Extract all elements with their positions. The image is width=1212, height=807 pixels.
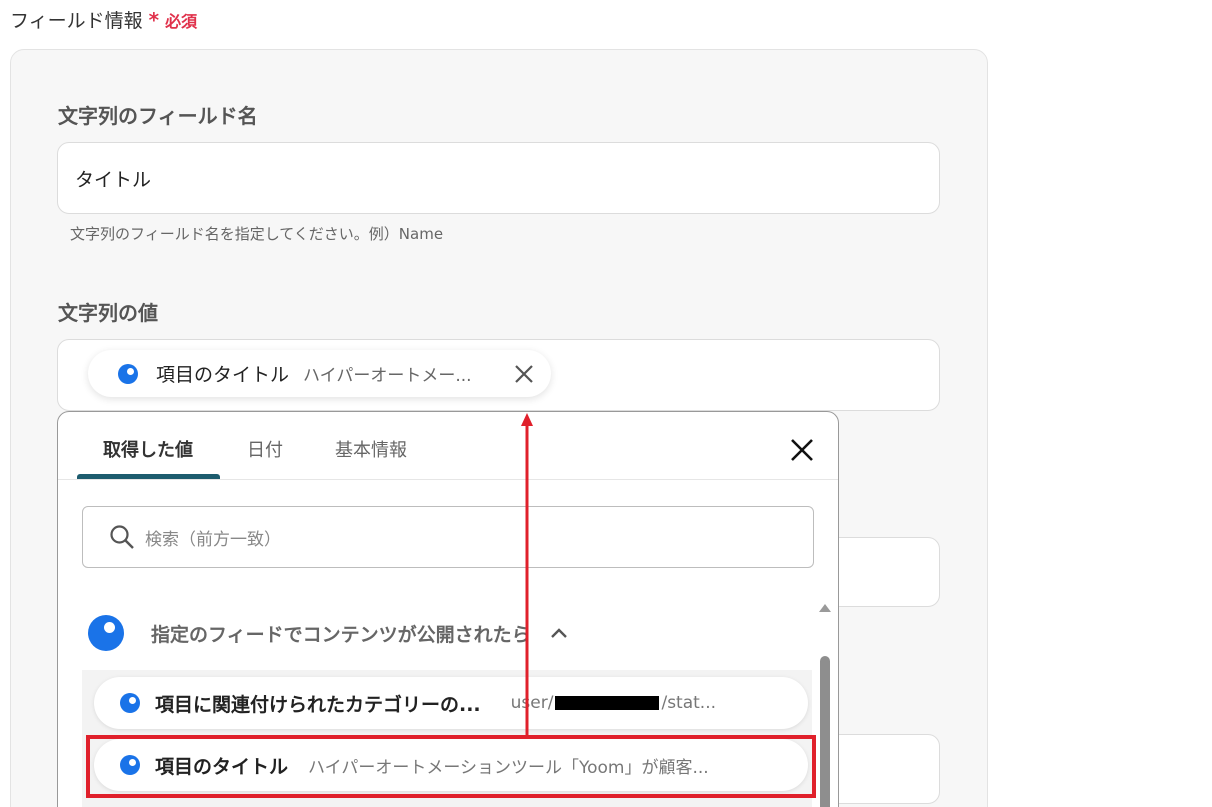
tab-date[interactable]: 日付 — [247, 436, 283, 462]
string-value-chip[interactable]: 項目のタイトル ハイパーオートメー... — [88, 350, 551, 397]
required-mark: * — [148, 8, 160, 32]
required-label: 必須 — [165, 12, 198, 31]
item-value-prefix: user/ — [510, 693, 554, 713]
trigger-group-header[interactable]: 指定のフィードでコンテンツが公開されたら — [88, 615, 569, 651]
search-icon — [110, 525, 134, 549]
chip-preview: ハイパーオートメー... — [303, 366, 472, 386]
source-step-icon — [118, 363, 138, 384]
string-field-name-label: 文字列のフィールド名 — [58, 104, 258, 128]
string-value-label: 文字列の値 — [58, 301, 158, 325]
trigger-step-icon — [88, 615, 124, 651]
search-placeholder: 検索（前方一致） — [145, 529, 281, 550]
string-field-name-hint: 文字列のフィールド名を指定してください。例）Name — [70, 225, 444, 243]
chip-title: 項目のタイトル — [156, 364, 290, 386]
annotation-highlight-box — [86, 735, 816, 798]
redacted-block — [555, 696, 660, 710]
active-tab-indicator — [77, 474, 220, 479]
search-input[interactable]: 検索（前方一致） — [82, 506, 814, 568]
item-icon — [120, 693, 140, 713]
item-value-suffix: /stat... — [661, 693, 717, 713]
section-header: フィールド情報 * 必須 — [10, 6, 197, 33]
string-field-name-input[interactable]: タイトル — [57, 142, 940, 214]
list-item[interactable]: 項目に関連付けられたカテゴリーの... user/ /stat... — [94, 677, 808, 729]
scrollbar-thumb[interactable] — [820, 656, 830, 807]
close-icon[interactable] — [512, 362, 536, 386]
item-value: user/ /stat... — [511, 693, 716, 713]
scroll-up-icon[interactable] — [818, 602, 832, 614]
picker-tabs: 取得した値 日付 基本情報 — [58, 412, 838, 480]
group-title: 指定のフィードでコンテンツが公開されたら — [151, 623, 531, 646]
close-icon[interactable] — [789, 437, 815, 463]
tab-acquired-values[interactable]: 取得した値 — [103, 436, 193, 462]
section-title: フィールド情報 — [10, 10, 143, 32]
chevron-up-icon[interactable] — [549, 623, 569, 643]
tab-basic-info[interactable]: 基本情報 — [335, 436, 407, 462]
item-title: 項目に関連付けられたカテゴリーの... — [155, 693, 481, 716]
